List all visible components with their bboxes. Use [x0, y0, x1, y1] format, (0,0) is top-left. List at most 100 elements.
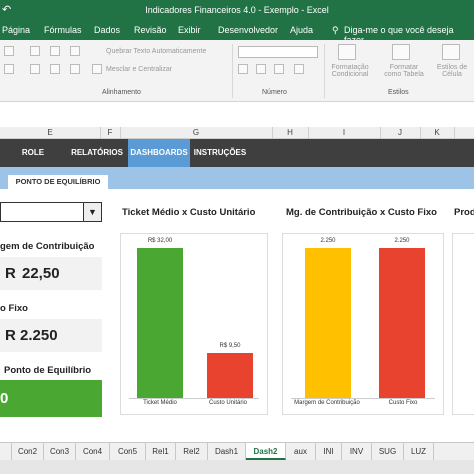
- format-table-button[interactable]: Formatar como Tabela: [384, 64, 424, 78]
- tab-con4[interactable]: Con4: [76, 443, 110, 460]
- dropdown-arrow-icon[interactable]: ▼: [83, 203, 101, 221]
- menu-desenvolvedor[interactable]: Desenvolvedor: [218, 25, 278, 35]
- col-e[interactable]: E: [0, 128, 100, 137]
- align-bottom-icon[interactable]: [50, 46, 60, 56]
- col-j[interactable]: J: [380, 128, 420, 137]
- kpi-fixed-cost-box: R 2.250: [0, 319, 102, 352]
- lightbulb-icon: ⚲: [332, 25, 339, 35]
- col-i[interactable]: I: [308, 128, 380, 137]
- tab-con1[interactable]: [0, 443, 12, 460]
- cell-styles-icon[interactable]: [442, 44, 460, 60]
- kpi-label-break-even: Ponto de Equilíbrio: [4, 365, 92, 376]
- chart1-datalabel-0: R$ 32,00: [147, 238, 173, 244]
- ribbon: Quebrar Texto Automaticamente Mesclar e …: [0, 40, 474, 102]
- dashboard-nav: ROLE FINANCEIRO RELATÓRIOS DASHBOARDS IN…: [0, 139, 474, 185]
- chart1-bar-1[interactable]: [207, 353, 253, 398]
- sheet-area: ▼ gem de Contribuição R 22,50 o Fixo R 2…: [0, 189, 474, 439]
- ribbon-separator: [232, 44, 233, 98]
- menu-dados[interactable]: Dados: [94, 25, 120, 35]
- tab-con2[interactable]: Con2: [12, 443, 44, 460]
- r-icon: R: [5, 327, 16, 344]
- menu-exibir[interactable]: Exibir: [178, 25, 201, 35]
- chart1-bar-0[interactable]: [137, 248, 183, 398]
- formula-gap: [0, 103, 474, 127]
- menu-formulas[interactable]: Fórmulas: [44, 25, 82, 35]
- col-k[interactable]: K: [420, 128, 454, 137]
- tab-aux[interactable]: aux: [286, 443, 316, 460]
- percent-icon[interactable]: [256, 64, 266, 74]
- tab-rel1[interactable]: Rel1: [146, 443, 176, 460]
- align-right-icon[interactable]: [50, 64, 60, 74]
- chart1-datalabel-1: R$ 9,50: [219, 343, 241, 349]
- status-bar: [0, 460, 474, 474]
- chart1-xlabel-0: Ticket Médio: [143, 400, 177, 406]
- menu-revisao[interactable]: Revisão: [134, 25, 167, 35]
- chart1-xlabel-1: Custo Unitário: [208, 400, 247, 406]
- kpi-contribution-value: 22,50: [22, 265, 60, 282]
- nav-instrucoes[interactable]: INSTRUÇÕES: [190, 139, 250, 167]
- tab-ini[interactable]: INI: [316, 443, 342, 460]
- align-top-icon[interactable]: [4, 46, 14, 56]
- title-bar: ↶ Indicadores Financeiros 4.0 - Exemplo …: [0, 0, 474, 22]
- chart2-axis: [291, 398, 435, 399]
- kpi-contribution-box: R 22,50: [0, 257, 102, 290]
- align-middle-icon[interactable]: [30, 46, 40, 56]
- tab-luz[interactable]: LUZ: [404, 443, 434, 460]
- chart1-area[interactable]: R$ 32,00 Ticket Médio R$ 9,50 Custo Unit…: [120, 233, 268, 415]
- tab-inv[interactable]: INV: [342, 443, 372, 460]
- column-headers: E F G H I J K: [0, 127, 474, 139]
- chart2-bar-1[interactable]: [379, 248, 425, 398]
- col-divider: [454, 127, 455, 139]
- indent-icon[interactable]: [70, 64, 80, 74]
- cell-styles-button[interactable]: Estilos de Célula: [432, 64, 472, 78]
- sub-nav: PONTO DE EQUILÍBRIO: [0, 167, 474, 189]
- kpi-break-even-box: 0: [0, 380, 102, 417]
- ribbon-separator: [324, 44, 325, 98]
- conditional-format-icon[interactable]: [338, 44, 356, 60]
- kpi-fixed-cost-value: 2.250: [20, 327, 58, 344]
- tab-rel2[interactable]: Rel2: [176, 443, 208, 460]
- tab-dash2[interactable]: Dash2: [246, 443, 286, 460]
- nav-relatorios[interactable]: RELATÓRIOS: [66, 139, 128, 167]
- number-format-select[interactable]: [238, 46, 318, 58]
- menu-bar: Página Fórmulas Dados Revisão Exibir Des…: [0, 22, 474, 45]
- col-g[interactable]: G: [120, 128, 272, 137]
- chart2-datalabel-1: 2.250: [394, 238, 410, 244]
- tab-dash1[interactable]: Dash1: [208, 443, 246, 460]
- col-f[interactable]: F: [100, 128, 120, 137]
- tab-sug[interactable]: SUG: [372, 443, 404, 460]
- kpi-break-even-value: 0: [0, 390, 9, 407]
- product-select[interactable]: ▼: [0, 202, 102, 222]
- currency-icon[interactable]: [238, 64, 248, 74]
- col-h[interactable]: H: [272, 128, 308, 137]
- nav-controle-financeiro[interactable]: ROLE FINANCEIRO: [0, 139, 66, 185]
- chart2-xlabel-0: Margem de Contribuição: [294, 400, 360, 406]
- group-styles-label: Estilos: [388, 89, 409, 96]
- subtab-ponto-equilibrio[interactable]: PONTO DE EQUILÍBRIO: [8, 175, 108, 189]
- orientation-icon[interactable]: [70, 46, 80, 56]
- sheet-tabs: Con2 Con3 Con4 Con5 Rel1 Rel2 Dash1 Dash…: [0, 442, 474, 460]
- format-table-icon[interactable]: [392, 44, 410, 60]
- menu-ajuda[interactable]: Ajuda: [290, 25, 313, 35]
- align-left-icon[interactable]: [4, 64, 14, 74]
- chart2-title: Mg. de Contribuição x Custo Fixo: [286, 207, 437, 218]
- chart2-bar-0[interactable]: [305, 248, 351, 398]
- merge-center-button[interactable]: Mesclar e Centralizar: [106, 66, 172, 73]
- group-number-label: Número: [262, 89, 287, 96]
- tab-con3[interactable]: Con3: [44, 443, 76, 460]
- kpi-label-contribution: gem de Contribuição: [0, 241, 95, 252]
- chart3-area[interactable]: [452, 233, 474, 415]
- nav-dashboards[interactable]: DASHBOARDS: [128, 139, 190, 167]
- increase-decimal-icon[interactable]: [294, 64, 304, 74]
- menu-pagina[interactable]: Página: [2, 25, 30, 35]
- chart1-title: Ticket Médio x Custo Unitário: [122, 207, 256, 218]
- chart2-area[interactable]: 2.250 Margem de Contribuição 2.250 Custo…: [282, 233, 444, 415]
- comma-icon[interactable]: [274, 64, 284, 74]
- kpi-label-fixed-cost: o Fixo: [0, 303, 28, 314]
- conditional-format-button[interactable]: Formatação Condicional: [330, 64, 370, 78]
- tab-con5[interactable]: Con5: [110, 443, 146, 460]
- outdent-icon[interactable]: [92, 64, 102, 74]
- group-alignment-label: Alinhamento: [102, 89, 141, 96]
- center-icon[interactable]: [30, 64, 40, 74]
- wrap-text-button[interactable]: Quebrar Texto Automaticamente: [106, 48, 206, 55]
